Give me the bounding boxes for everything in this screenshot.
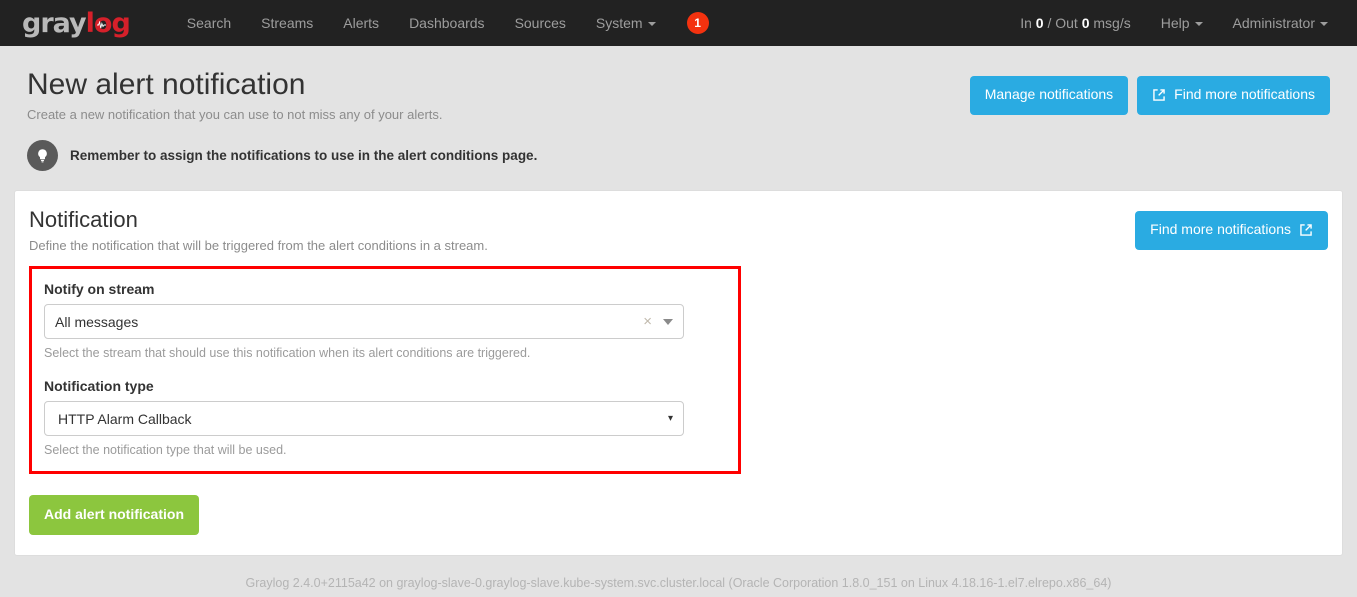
manage-notifications-button[interactable]: Manage notifications xyxy=(969,76,1129,115)
nav-item-system-label: System xyxy=(595,15,643,31)
nav-item-help-label: Help xyxy=(1160,15,1190,31)
notify-on-stream-help: Select the stream that should use this n… xyxy=(44,346,531,361)
throughput-indicator[interactable]: In 0 / Out 0 msg/s xyxy=(1005,0,1146,46)
lightbulb-icon xyxy=(27,140,58,171)
notification-panel: Notification Define the notification tha… xyxy=(14,190,1343,556)
manage-notifications-label: Manage notifications xyxy=(984,86,1114,102)
stream-select-dropdown-icon[interactable] xyxy=(663,318,673,325)
throughput-middle: / Out xyxy=(1043,15,1082,31)
secondary-nav: In 0 / Out 0 msg/s Help Administrator xyxy=(1005,0,1343,46)
notification-panel-actions: Find more notifications xyxy=(1135,207,1328,250)
logo-text-red-label: log xyxy=(85,7,131,39)
page-header-text: New alert notification Create a new noti… xyxy=(27,68,970,171)
submit-row: Add alert notification xyxy=(29,495,1328,535)
notification-panel-description: Define the notification that will be tri… xyxy=(29,238,488,254)
find-more-notifications-label-panel: Find more notifications xyxy=(1150,221,1291,237)
page-header-actions: Manage notifications Find more notificat… xyxy=(969,68,1330,115)
throughput-suffix: msg/s xyxy=(1089,15,1131,31)
notification-type-label: Notification type xyxy=(44,378,154,395)
notification-form-highlight: Notify on stream All messages × Select t… xyxy=(29,266,741,475)
notify-on-stream-label: Notify on stream xyxy=(44,281,155,298)
system-notifications-badge[interactable]: 1 xyxy=(686,12,709,34)
nav-item-system[interactable]: System xyxy=(581,0,671,46)
graylog-logo[interactable]: gray log xyxy=(22,7,131,39)
find-more-notifications-label-top: Find more notifications xyxy=(1174,86,1315,102)
throughput-in-value: 0 xyxy=(1035,15,1044,31)
notification-type-help: Select the notification type that will b… xyxy=(44,443,287,458)
nav-item-user-menu[interactable]: Administrator xyxy=(1218,0,1343,46)
throughput-out-value: 0 xyxy=(1081,15,1090,31)
nav-item-dashboards[interactable]: Dashboards xyxy=(394,0,500,46)
add-alert-notification-label: Add alert notification xyxy=(44,506,184,523)
external-link-icon xyxy=(1300,224,1312,236)
chevron-down-icon xyxy=(1320,22,1328,27)
top-navbar: gray log Search Streams Alerts Dashboards… xyxy=(0,0,1357,46)
waveform-icon xyxy=(96,20,106,28)
nav-item-streams[interactable]: Streams xyxy=(246,0,328,46)
hint-banner: Remember to assign the notifications to … xyxy=(27,140,970,171)
lightbulb-glyph xyxy=(38,149,47,163)
page-header: New alert notification Create a new noti… xyxy=(14,46,1343,171)
find-more-notifications-button-top[interactable]: Find more notifications xyxy=(1137,76,1330,115)
chevron-down-icon: ▾ xyxy=(667,412,673,424)
chevron-down-icon xyxy=(647,22,656,27)
notification-panel-header: Notification Define the notification tha… xyxy=(29,207,1328,253)
notification-panel-header-text: Notification Define the notification tha… xyxy=(29,207,1135,253)
stream-select[interactable]: All messages × xyxy=(44,304,684,340)
external-link-icon xyxy=(1153,89,1165,101)
find-more-notifications-button-panel[interactable]: Find more notifications xyxy=(1135,211,1328,250)
stream-select-clear-icon[interactable]: × xyxy=(639,314,661,329)
page-container: New alert notification Create a new noti… xyxy=(0,46,1357,590)
logo-text-red: log xyxy=(85,7,131,39)
nav-item-sources[interactable]: Sources xyxy=(500,0,581,46)
notify-on-stream-group: Notify on stream All messages × Select t… xyxy=(44,281,726,360)
nav-item-user-label: Administrator xyxy=(1232,15,1315,31)
nav-item-search[interactable]: Search xyxy=(172,0,246,46)
notification-panel-title: Notification xyxy=(29,207,138,232)
stream-select-value: All messages xyxy=(55,313,139,330)
page-footer: Graylog 2.4.0+2115a42 on graylog-slave-0… xyxy=(245,575,1112,590)
notification-type-group: Notification type HTTP Alarm Callback ▾ … xyxy=(44,378,726,457)
nav-item-alerts[interactable]: Alerts xyxy=(328,0,394,46)
page-title: New alert notification xyxy=(27,68,306,101)
nav-item-help[interactable]: Help xyxy=(1146,0,1218,46)
notification-type-select[interactable]: HTTP Alarm Callback ▾ xyxy=(44,401,684,437)
notification-type-value: HTTP Alarm Callback xyxy=(58,410,192,427)
hint-text: Remember to assign the notifications to … xyxy=(70,148,538,163)
throughput-in-prefix: In xyxy=(1020,15,1036,31)
chevron-down-icon xyxy=(1194,22,1203,27)
page-description: Create a new notification that you can u… xyxy=(27,107,443,122)
logo-text-gray: gray xyxy=(22,7,87,39)
add-alert-notification-button[interactable]: Add alert notification xyxy=(29,495,199,535)
primary-nav: Search Streams Alerts Dashboards Sources… xyxy=(172,0,709,46)
